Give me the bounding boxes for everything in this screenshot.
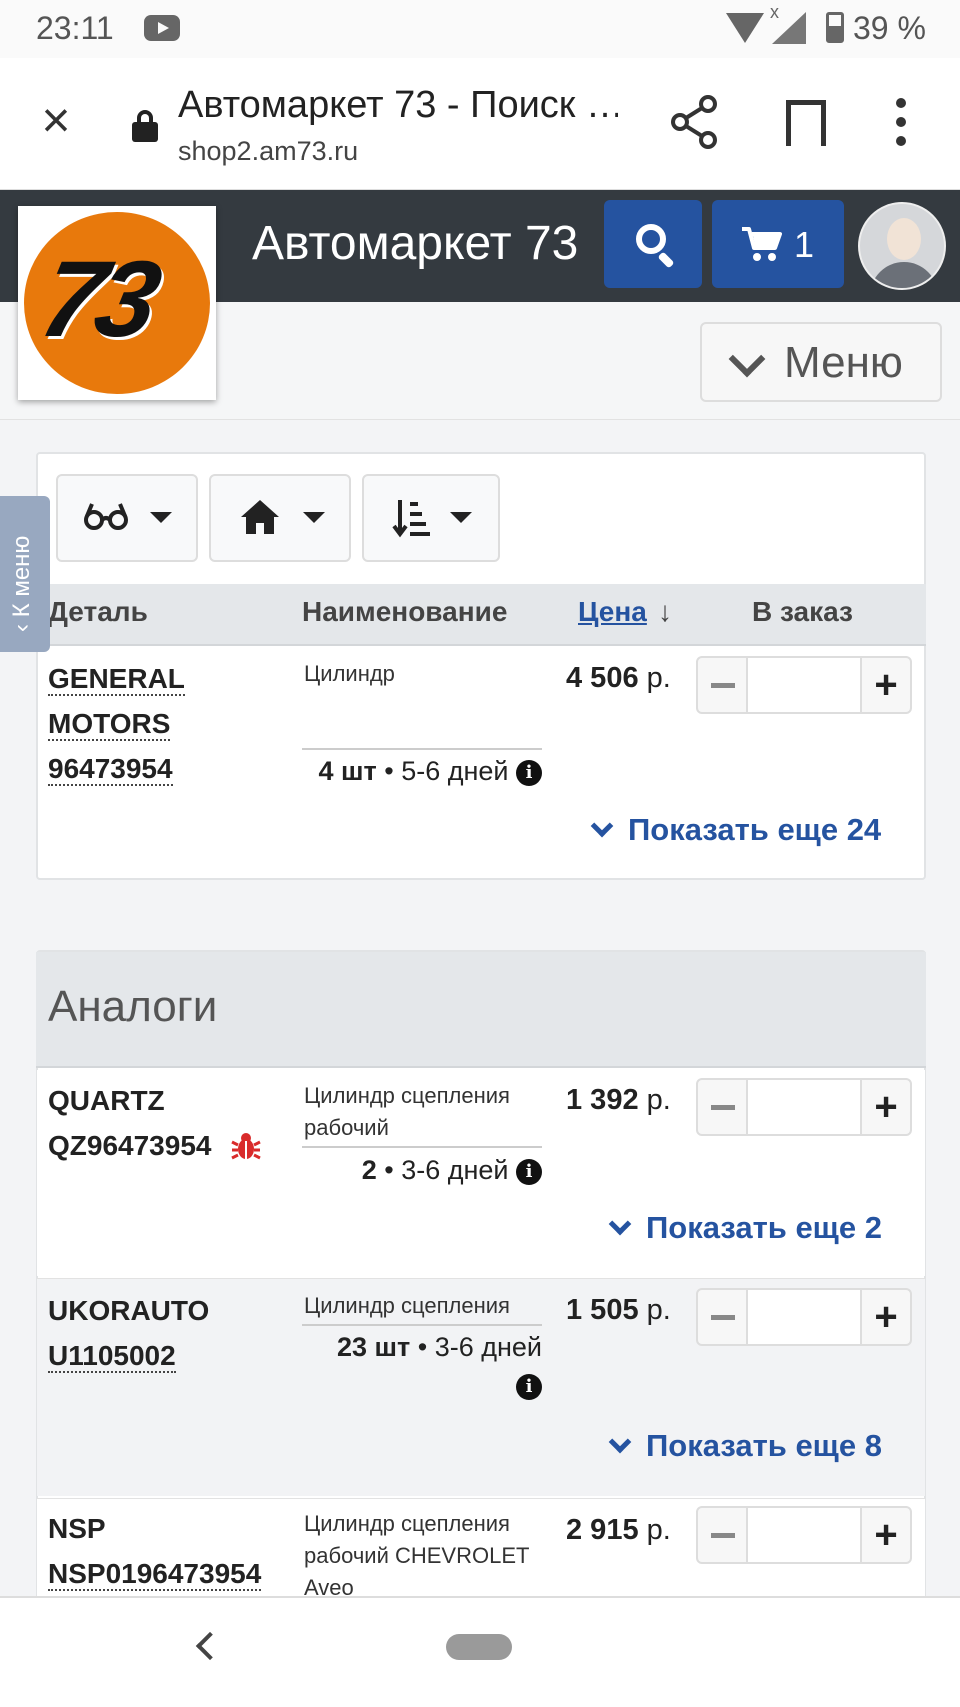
column-name: Наименование bbox=[302, 596, 508, 627]
chevron-down-icon bbox=[590, 814, 614, 838]
menu-label: Меню bbox=[784, 338, 903, 387]
cart-icon bbox=[742, 227, 782, 261]
main-quantity-stepper[interactable]: + bbox=[696, 656, 912, 714]
battery-icon bbox=[826, 12, 844, 43]
cart-button[interactable]: 1 bbox=[712, 200, 844, 288]
show-more-link[interactable]: Показать еще 8 bbox=[608, 1428, 882, 1464]
column-part: Деталь bbox=[48, 596, 148, 627]
analog-stock: 2 • 3-6 дней i bbox=[300, 1155, 542, 1186]
sort-direction-icon: ↓ bbox=[658, 596, 672, 627]
glasses-icon bbox=[84, 503, 128, 530]
chevron-down-icon bbox=[728, 340, 766, 378]
side-menu-tab[interactable]: ‹ К меню bbox=[0, 496, 50, 652]
menu-button[interactable]: Меню bbox=[700, 322, 942, 402]
quantity-input[interactable] bbox=[746, 1506, 862, 1564]
analog-quantity-stepper[interactable]: + bbox=[696, 1506, 912, 1564]
signal-icon bbox=[772, 12, 806, 44]
status-bar: 23:11 x 39 % bbox=[0, 0, 960, 58]
main-part-name: Цилиндр bbox=[304, 661, 395, 686]
analog-price: 1 392 р. bbox=[566, 1084, 671, 1116]
cart-count: 1 bbox=[794, 224, 815, 265]
system-nav-bar bbox=[0, 1596, 960, 1707]
back-icon[interactable] bbox=[195, 1631, 225, 1661]
main-stock: 4 шт • 5-6 дней i bbox=[300, 756, 542, 787]
lock-icon[interactable] bbox=[132, 110, 158, 142]
main-price: 4 506 р. bbox=[566, 662, 671, 694]
info-icon[interactable]: i bbox=[516, 1158, 542, 1185]
minus-icon[interactable] bbox=[696, 656, 748, 714]
analog-part-number[interactable]: UKORAUTO U1105002 bbox=[48, 1288, 209, 1378]
plus-icon[interactable]: + bbox=[860, 1288, 912, 1346]
wifi-icon bbox=[726, 13, 764, 43]
info-icon[interactable]: i bbox=[516, 1374, 542, 1400]
page-title: Автомаркет 73 - Поиск … bbox=[178, 84, 618, 126]
sort-filter-button[interactable] bbox=[362, 474, 500, 562]
info-icon[interactable]: i bbox=[516, 759, 542, 786]
site-logo[interactable]: 73 bbox=[18, 206, 216, 400]
plus-icon[interactable]: + bbox=[860, 1078, 912, 1136]
analog-price: 2 915 р. bbox=[566, 1514, 671, 1546]
analog-quantity-stepper[interactable]: + bbox=[696, 1078, 912, 1136]
home-icon bbox=[241, 500, 279, 534]
quantity-input[interactable] bbox=[746, 1078, 862, 1136]
search-button[interactable] bbox=[604, 200, 702, 288]
share-icon[interactable] bbox=[668, 94, 724, 150]
battery-percent: 39 % bbox=[853, 10, 926, 46]
page-url: shop2.am73.ru bbox=[178, 136, 359, 166]
show-more-link[interactable]: Показать еще 24 bbox=[590, 812, 881, 848]
home-pill-icon[interactable] bbox=[446, 1634, 512, 1660]
analog-stock: 23 шт • 3-6 дней bbox=[336, 1332, 542, 1362]
plus-icon[interactable]: + bbox=[860, 656, 912, 714]
analog-price: 1 505 р. bbox=[566, 1294, 671, 1326]
minus-icon[interactable] bbox=[696, 1078, 748, 1136]
analogs-header: Аналоги bbox=[36, 952, 926, 1068]
minus-icon[interactable] bbox=[696, 1288, 748, 1346]
youtube-icon bbox=[144, 15, 180, 41]
minus-icon[interactable] bbox=[696, 1506, 748, 1564]
main-part-number[interactable]: GENERAL MOTORS 96473954 bbox=[48, 656, 185, 791]
quantity-input[interactable] bbox=[746, 1288, 862, 1346]
brand-name[interactable]: Автомаркет 73 bbox=[252, 216, 578, 271]
column-order: В заказ bbox=[752, 596, 853, 627]
analog-part-name: Цилиндр сцепления рабочий CHEVROLET Aveo bbox=[304, 1511, 530, 1598]
browser-toolbar: × Автомаркет 73 - Поиск … shop2.am73.ru bbox=[0, 58, 960, 190]
more-icon[interactable] bbox=[896, 98, 908, 148]
analog-part-number[interactable]: NSP NSP0196473954 bbox=[48, 1506, 262, 1596]
quantity-input[interactable] bbox=[746, 656, 862, 714]
avatar[interactable] bbox=[858, 202, 946, 290]
close-icon[interactable]: × bbox=[34, 95, 78, 145]
analog-part-number[interactable]: QUARTZ QZ96473954 bbox=[48, 1078, 211, 1168]
bug-icon bbox=[231, 1133, 261, 1160]
analog-quantity-stepper[interactable]: + bbox=[696, 1288, 912, 1346]
plus-icon[interactable]: + bbox=[860, 1506, 912, 1564]
table-header: Деталь Наименование Цена ↓ В заказ bbox=[36, 584, 926, 646]
warehouse-filter-button[interactable] bbox=[209, 474, 351, 562]
column-price-sort[interactable]: Цена bbox=[578, 596, 647, 628]
view-filter-button[interactable] bbox=[56, 474, 198, 562]
search-icon bbox=[636, 224, 666, 254]
analog-part-name: Цилиндр сцепления рабочий bbox=[304, 1083, 510, 1140]
bookmark-icon[interactable] bbox=[786, 100, 826, 147]
chevron-down-icon bbox=[608, 1430, 632, 1454]
show-more-link[interactable]: Показать еще 2 bbox=[608, 1210, 882, 1246]
analogs-title: Аналоги bbox=[48, 982, 218, 1031]
sort-icon bbox=[392, 500, 430, 538]
status-time: 23:11 bbox=[36, 10, 114, 46]
analog-part-name: Цилиндр сцепления bbox=[304, 1293, 510, 1318]
side-menu-tab-label: ‹ К меню bbox=[8, 535, 35, 632]
chevron-down-icon bbox=[608, 1212, 632, 1236]
